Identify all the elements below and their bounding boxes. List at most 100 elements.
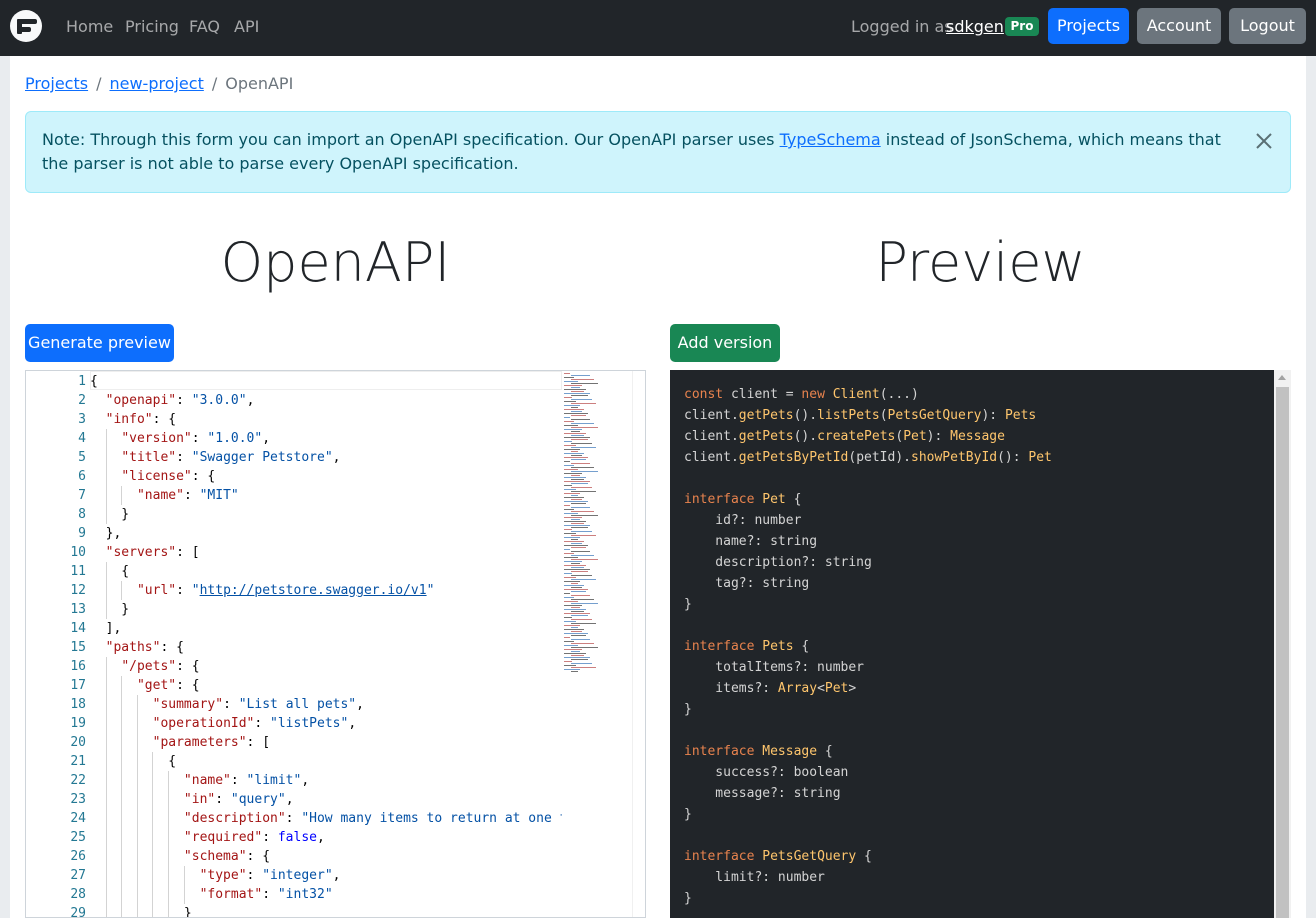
minimap-line bbox=[571, 499, 582, 500]
indent-guide bbox=[136, 847, 138, 866]
minimap-line bbox=[564, 437, 590, 438]
minimap-line bbox=[564, 465, 574, 466]
minimap-line bbox=[564, 449, 580, 450]
minimap-line bbox=[564, 529, 572, 530]
nav-link-home[interactable]: Home bbox=[66, 17, 113, 37]
indent-guide bbox=[152, 847, 154, 866]
preview-scrollbar[interactable] bbox=[1274, 370, 1291, 918]
nav-link-faq[interactable]: FAQ bbox=[189, 17, 220, 37]
preview-code-line: totalItems?: number bbox=[684, 660, 865, 675]
page-scrollbar[interactable] bbox=[1306, 56, 1316, 918]
minimap-line bbox=[564, 377, 574, 378]
breadcrumb-projects[interactable]: Projects bbox=[25, 74, 88, 93]
username-link[interactable]: sdkgen bbox=[946, 17, 1004, 37]
typeschema-link[interactable]: TypeSchema bbox=[780, 130, 881, 149]
minimap-line bbox=[571, 399, 592, 400]
preview-scrollbar-thumb[interactable] bbox=[1276, 387, 1289, 918]
generate-preview-button[interactable]: Generate preview bbox=[25, 324, 174, 362]
line-number: 21 bbox=[70, 754, 86, 769]
code-line: "name": "limit", bbox=[183, 773, 310, 788]
minimap-line bbox=[564, 653, 586, 654]
minimap-line bbox=[564, 513, 578, 514]
minimap-line bbox=[564, 577, 576, 578]
preview-code-line: tag?: string bbox=[684, 576, 810, 591]
projects-button[interactable]: Projects bbox=[1048, 8, 1129, 44]
preview-heading: Preview bbox=[875, 231, 1086, 294]
minimap-line bbox=[571, 527, 588, 528]
account-button[interactable]: Account bbox=[1137, 8, 1221, 44]
minimap-line bbox=[564, 573, 572, 574]
line-number: 28 bbox=[70, 887, 86, 902]
minimap-line bbox=[571, 619, 592, 620]
minimap-line bbox=[564, 453, 584, 454]
minimap-line bbox=[564, 633, 588, 634]
nav-link-api[interactable]: API bbox=[234, 17, 259, 37]
line-number: 2 bbox=[78, 393, 86, 408]
indent-guide bbox=[121, 676, 123, 695]
editor-scrollbar[interactable] bbox=[632, 371, 645, 917]
minimap-line bbox=[564, 589, 588, 590]
nav-link-pricing[interactable]: Pricing bbox=[125, 17, 179, 37]
preview-panel: const client = new Client(...) client.get… bbox=[670, 370, 1291, 918]
minimap-line bbox=[564, 417, 570, 418]
scroll-up-arrow-icon[interactable] bbox=[1278, 375, 1286, 380]
logged-in-text: Logged in as bbox=[851, 17, 953, 36]
close-icon[interactable] bbox=[1252, 129, 1276, 153]
minimap-line bbox=[571, 455, 582, 456]
editor-minimap[interactable] bbox=[562, 371, 630, 917]
indent-guide bbox=[121, 581, 123, 600]
minimap-line bbox=[564, 517, 582, 518]
indent-guide bbox=[136, 904, 138, 917]
preview-code-line: } bbox=[684, 891, 692, 906]
preview-code-line: client.getPets().listPets(PetsGetQuery):… bbox=[684, 408, 1037, 423]
minimap-line bbox=[564, 501, 588, 502]
preview-code-line: interface PetsGetQuery { bbox=[684, 849, 872, 864]
code-line: { bbox=[90, 754, 177, 769]
indent-guide bbox=[105, 448, 107, 467]
indent-guide bbox=[105, 676, 107, 695]
preview-code-line: } bbox=[684, 597, 692, 612]
line-number: 19 bbox=[70, 716, 86, 731]
line-number: 4 bbox=[78, 431, 86, 446]
minimap-line bbox=[564, 389, 586, 390]
brand-logo-icon[interactable] bbox=[10, 10, 42, 42]
indent-guide bbox=[136, 885, 138, 904]
minimap-line bbox=[564, 473, 582, 474]
minimap-line bbox=[571, 395, 588, 396]
minimap-line bbox=[564, 533, 576, 534]
logout-button[interactable]: Logout bbox=[1229, 8, 1306, 44]
line-number: 14 bbox=[70, 621, 86, 636]
indent-guide bbox=[136, 695, 138, 714]
minimap-line bbox=[571, 519, 580, 520]
indent-guide bbox=[121, 733, 123, 752]
minimap-line bbox=[571, 403, 596, 404]
line-number: 5 bbox=[78, 450, 86, 465]
minimap-line bbox=[571, 539, 578, 540]
minimap-line bbox=[564, 617, 572, 618]
minimap-line bbox=[564, 409, 584, 410]
indent-guide bbox=[152, 866, 154, 885]
minimap-line bbox=[564, 657, 590, 658]
indent-guide bbox=[105, 771, 107, 790]
openapi-editor[interactable]: 1 2 3 4 5 6 7 8 9 10 11 12 13 14 15 16 17 18 19 20 21 22 23 24 2… bbox=[25, 370, 646, 918]
minimap-line bbox=[571, 511, 594, 512]
editor-code-area[interactable]: { "openapi": "3.0.0", "info": { "version… bbox=[90, 371, 562, 917]
minimap-line bbox=[564, 489, 576, 490]
breadcrumb-project[interactable]: new-project bbox=[109, 74, 203, 93]
indent-guide bbox=[121, 904, 123, 917]
minimap-line bbox=[564, 637, 570, 638]
openapi-heading: OpenAPI bbox=[220, 231, 451, 294]
indent-guide bbox=[105, 885, 107, 904]
minimap-line bbox=[571, 411, 582, 412]
line-number: 3 bbox=[78, 412, 86, 427]
minimap-line bbox=[564, 625, 580, 626]
indent-guide bbox=[121, 828, 123, 847]
minimap-line bbox=[571, 623, 596, 624]
preview-code-line: items?: Array<Pet> bbox=[684, 681, 857, 696]
minimap-line bbox=[571, 459, 586, 460]
minimap-line bbox=[571, 447, 596, 448]
code-line: { bbox=[90, 564, 130, 579]
minimap-line bbox=[571, 599, 594, 600]
minimap-line bbox=[571, 559, 598, 560]
add-version-button[interactable]: Add version bbox=[670, 324, 780, 362]
